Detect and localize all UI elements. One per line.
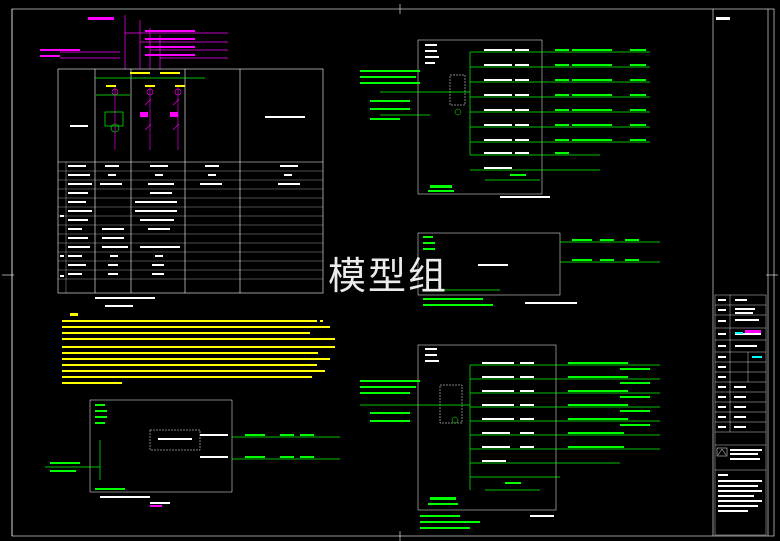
distribution-box-middle-right — [417, 232, 660, 306]
distribution-box-bottom-right — [360, 344, 660, 529]
main-cabinet-diagram — [40, 15, 324, 307]
company-logo-icon — [716, 447, 762, 460]
cad-drawing-canvas — [2, 4, 778, 541]
drawing-frame — [2, 4, 778, 541]
design-notes — [62, 313, 335, 384]
distribution-box-top-right — [360, 39, 650, 198]
distribution-box-small — [45, 399, 340, 507]
title-block — [714, 17, 767, 536]
